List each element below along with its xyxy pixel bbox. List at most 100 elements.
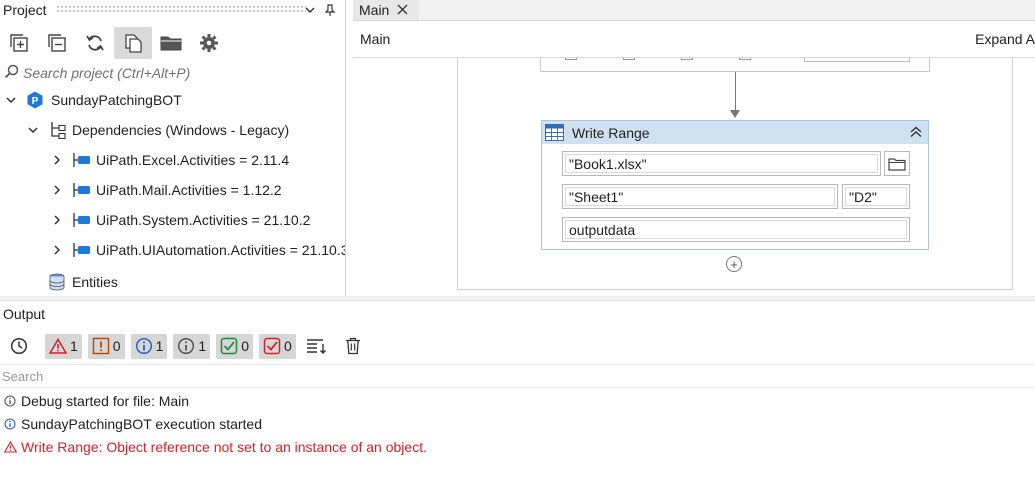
collapse-icon[interactable] (908, 124, 924, 140)
list-sort-icon (306, 339, 326, 354)
trace-icon (178, 337, 195, 355)
activity-header[interactable]: Write Range (542, 121, 928, 144)
settings-button[interactable] (190, 27, 228, 59)
drag-grip[interactable] (56, 5, 306, 13)
output-toolbar: 1 0 1 1 0 0 (0, 332, 374, 360)
folder-icon (160, 36, 182, 51)
log-text: SundayPatchingBOT execution started (21, 416, 263, 432)
chevron-down-icon[interactable] (302, 2, 318, 18)
add-activity-icon[interactable]: + (726, 256, 742, 272)
chevron-down-icon[interactable] (4, 93, 18, 107)
uipath-project-icon: P (26, 91, 44, 109)
designer-canvas[interactable]: enter Write Range "Book1.xlsx" (353, 58, 1035, 296)
trace-filter[interactable]: 1 (173, 333, 211, 359)
show-all-files-button[interactable] (114, 27, 152, 59)
errors-count: 0 (112, 338, 121, 354)
checkbox[interactable] (681, 58, 693, 60)
expand-all-link[interactable]: Expand A (975, 31, 1035, 47)
success-count: 0 (241, 338, 249, 354)
workbook-path-field[interactable]: "Book1.xlsx" (562, 151, 881, 176)
chevron-right-icon[interactable] (50, 243, 64, 257)
datatable-field[interactable]: outputdata (562, 217, 910, 242)
designer-panel: Main Main Expand A enter Write Range (353, 0, 1035, 296)
entities-label: Entities (72, 274, 118, 290)
collapse-all-icon (48, 34, 66, 52)
output-search (0, 364, 1035, 388)
info-icon (135, 337, 152, 355)
activity-title: Write Range (572, 124, 650, 141)
database-icon (48, 273, 66, 291)
tree-package[interactable]: UiPath.Excel.Activities = 2.11.4 (50, 146, 289, 174)
log-entry[interactable]: Write Range: Object reference not set to… (0, 436, 427, 458)
package-icon (72, 152, 92, 168)
chevron-right-icon[interactable] (50, 213, 64, 227)
package-label: UiPath.Mail.Activities = 1.12.2 (96, 182, 282, 198)
warning-icon (49, 338, 67, 354)
previous-activity[interactable]: enter (540, 58, 930, 72)
breadcrumb-bar: Main Expand A (353, 20, 1035, 58)
checkbox[interactable] (565, 58, 577, 60)
breadcrumb[interactable]: Main (353, 31, 390, 47)
open-folder-button[interactable] (152, 27, 190, 59)
clear-button[interactable] (341, 334, 368, 359)
output-title: Output (3, 306, 46, 322)
close-icon[interactable] (397, 2, 408, 18)
pin-icon[interactable] (322, 2, 338, 18)
trash-icon (345, 337, 360, 355)
checkbox[interactable] (623, 58, 635, 60)
clock-icon (10, 337, 28, 355)
package-label: UiPath.System.Activities = 21.10.2 (96, 212, 311, 228)
refresh-button[interactable] (76, 27, 114, 59)
tree-root[interactable]: P SundayPatchingBOT (4, 86, 182, 114)
svg-text:P: P (32, 96, 39, 107)
tree-entities[interactable]: Entities (48, 268, 118, 296)
chevron-right-icon[interactable] (50, 153, 64, 167)
refresh-icon (86, 35, 104, 51)
warnings-count: 1 (70, 338, 78, 354)
tree-package[interactable]: UiPath.System.Activities = 21.10.2 (50, 206, 310, 234)
output-search-input[interactable] (2, 368, 602, 384)
errors-filter[interactable]: 0 (87, 333, 125, 359)
panel-splitter[interactable] (0, 296, 1035, 301)
sort-button[interactable] (302, 334, 335, 359)
package-label: UiPath.Excel.Activities = 2.11.4 (96, 152, 290, 168)
chevron-down-icon[interactable] (26, 123, 40, 137)
tree-package[interactable]: UiPath.Mail.Activities = 1.12.2 (50, 176, 282, 204)
project-panel: Project Search project (Ctrl+Alt+P) P Su… (0, 0, 346, 296)
expand-all-button[interactable] (0, 27, 38, 59)
panel-title: Project (3, 2, 47, 18)
starting-cell-field[interactable]: "D2" (842, 184, 910, 209)
connector-line (735, 72, 736, 114)
search-project-input[interactable] (23, 65, 323, 81)
log-entry[interactable]: Debug started for file: Main (0, 390, 189, 412)
info-icon (4, 418, 18, 430)
success-filter[interactable]: 0 (216, 333, 253, 359)
sheet-name-field[interactable]: "Sheet1" (562, 184, 838, 209)
write-range-activity[interactable]: Write Range "Book1.xlsx" "Sheet1" "D2" o… (541, 120, 929, 250)
project-toolbar (0, 26, 228, 60)
chevron-right-icon[interactable] (50, 183, 64, 197)
info-count: 1 (155, 338, 164, 354)
previous-activity-field[interactable]: enter (804, 58, 910, 62)
info-filter[interactable]: 1 (130, 333, 168, 359)
timestamp-toggle[interactable] (6, 334, 35, 359)
collapse-all-button[interactable] (38, 27, 76, 59)
warnings-filter[interactable]: 1 (45, 333, 82, 359)
trace-icon (4, 395, 18, 407)
package-icon (72, 242, 92, 258)
tree-dependencies[interactable]: Dependencies (Windows - Legacy) (26, 116, 289, 144)
tab-main[interactable]: Main (353, 0, 419, 20)
table-icon (545, 124, 564, 141)
checkbox[interactable] (739, 58, 751, 60)
package-label: UiPath.UIAutomation.Activities = 21.10.3 (96, 242, 346, 258)
project-name: SundayPatchingBOT (51, 92, 182, 108)
log-entry[interactable]: SundayPatchingBOT execution started (0, 413, 262, 435)
browse-file-button[interactable] (884, 151, 910, 176)
files-icon (125, 34, 142, 53)
tree-package[interactable]: UiPath.UIAutomation.Activities = 21.10.3 (50, 236, 346, 264)
failed-check-icon (263, 337, 281, 355)
dependencies-label: Dependencies (Windows - Legacy) (72, 122, 290, 138)
output-panel: Output 1 0 1 1 0 0 Search Debug started … (0, 302, 1035, 484)
failed-filter[interactable]: 0 (258, 333, 296, 359)
project-search (0, 62, 345, 84)
